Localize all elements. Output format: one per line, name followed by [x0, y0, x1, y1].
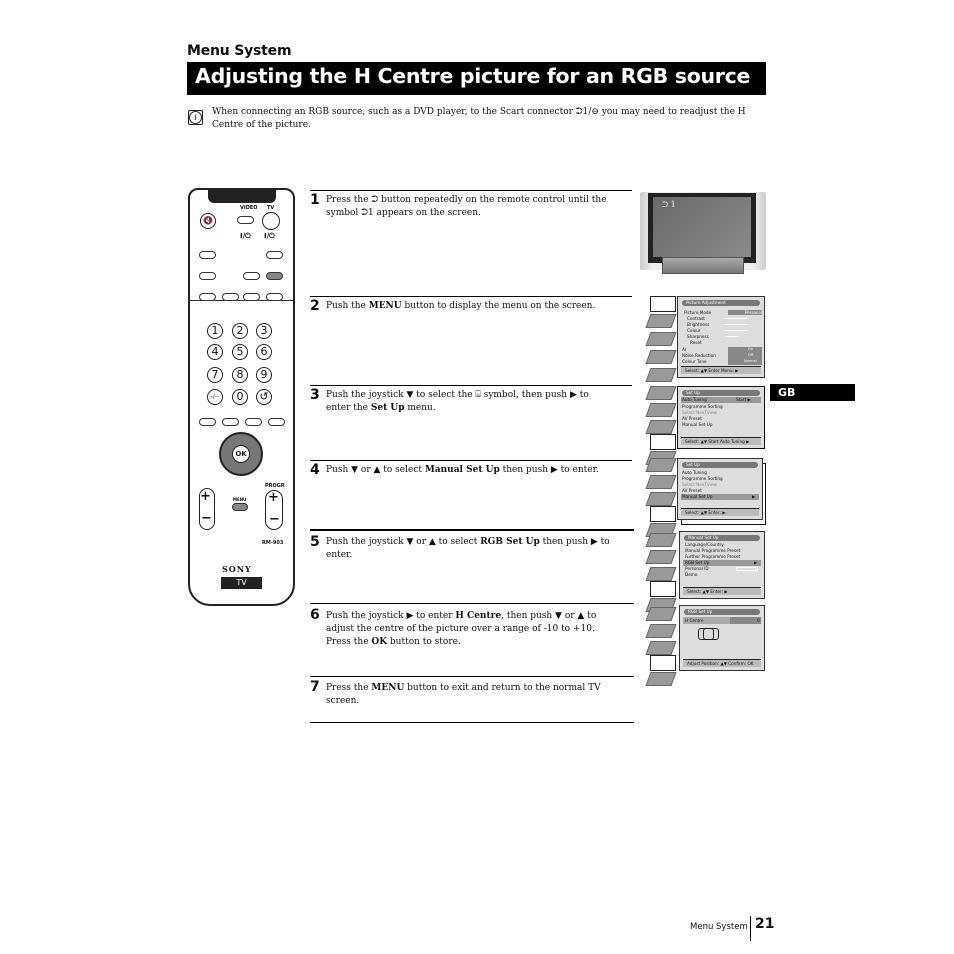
info-button[interactable] — [199, 272, 216, 280]
pip-button[interactable] — [222, 293, 239, 301]
tv-label: TV — [267, 205, 275, 211]
step-1-text: Press the ⮊ button repeatedly on the rem… — [326, 195, 607, 218]
step-7-rule — [310, 676, 634, 677]
osd-rgb-setup: RGB Set Up H Centre 0 Adjust Position: ▲… — [679, 605, 765, 671]
h-centre-value: 0 — [757, 618, 760, 623]
digit-4[interactable]: 4 — [207, 344, 223, 360]
digit-8[interactable]: 8 — [232, 367, 248, 383]
step-5-rule — [310, 529, 634, 531]
footer-divider — [750, 916, 751, 941]
page-number: 21 — [755, 916, 775, 932]
picture-button[interactable] — [222, 418, 239, 426]
digit-2[interactable]: 2 — [232, 323, 248, 339]
colour-slider — [725, 330, 747, 331]
digit-7[interactable]: 7 — [207, 367, 223, 383]
osd-manual-setup: Manual Set Up Language/Country Manual Pr… — [679, 531, 765, 599]
sharpness-slider — [725, 336, 739, 337]
osd-header: Picture Adjustment — [682, 300, 760, 306]
sleep-button[interactable] — [199, 293, 216, 301]
picture-menu-icon — [650, 296, 676, 312]
osd-setup-2: Set Up Auto Tuning Programme Sorting Sel… — [677, 458, 763, 520]
menu-button[interactable] — [232, 503, 248, 511]
input-1-icon: ⮊1 — [361, 208, 374, 218]
teletext-mode-button[interactable] — [245, 418, 262, 426]
step-6-number: 6 — [310, 607, 320, 623]
step-6-rule — [310, 603, 634, 604]
tv-stand — [662, 257, 744, 274]
clock-button[interactable] — [266, 251, 283, 259]
step-3-rule — [310, 385, 632, 386]
step-3-text: Push the joystick ▼ to select the ⌸ symb… — [326, 390, 589, 413]
progr-label: PROGR — [265, 483, 285, 489]
section-label: Menu System — [187, 43, 292, 59]
sound-menu-icon — [645, 314, 677, 328]
setup-menu-icon-selected — [650, 434, 676, 450]
step-5-number: 5 — [310, 534, 320, 550]
digit-5[interactable]: 5 — [232, 344, 248, 360]
h-centre-label: H Centre — [685, 618, 704, 623]
screen-mode-button[interactable] — [243, 272, 260, 280]
favourite-button[interactable] — [268, 418, 285, 426]
step-3-number: 3 — [310, 387, 320, 403]
digit-9[interactable]: 9 — [256, 367, 272, 383]
contrast-slider — [725, 318, 747, 319]
volume-up-icon: + — [200, 489, 211, 504]
sound-button[interactable] — [199, 418, 216, 426]
tv-power-button[interactable] — [262, 212, 280, 230]
step-7-number: 7 — [310, 679, 320, 695]
digit-1[interactable]: 1 — [207, 323, 223, 339]
step-7-text: Press the MENU button to exit and return… — [326, 683, 601, 706]
remote-ir-window — [208, 189, 276, 203]
volume-down-icon: − — [201, 511, 212, 526]
info-icon: i — [188, 110, 203, 125]
step-4-rule — [310, 460, 632, 461]
jump-button[interactable]: ↺ — [256, 389, 272, 405]
digit-6[interactable]: 6 — [256, 344, 272, 360]
menu-label: MENU — [233, 497, 247, 502]
digit-3[interactable]: 3 — [256, 323, 272, 339]
mute-button[interactable]: 🔇 — [200, 213, 216, 229]
teletext-menu-icon — [645, 368, 677, 382]
tv-power-label: I/⏻ — [264, 232, 275, 240]
digit-0[interactable]: 0 — [232, 389, 248, 405]
step-4-number: 4 — [310, 462, 320, 478]
step-5-text: Push the joystick ▼ or ▲ to select RGB S… — [326, 537, 610, 560]
video-power-button[interactable] — [237, 216, 254, 224]
tv-badge: TV — [221, 577, 262, 589]
brightness-slider — [725, 324, 747, 325]
step-2-number: 2 — [310, 298, 320, 314]
language-tab: GB — [770, 384, 855, 401]
video-power-label: I/⏻ — [240, 232, 251, 240]
teletext-button[interactable] — [199, 251, 216, 259]
input-select-button[interactable] — [266, 272, 283, 280]
program-down-icon: − — [269, 512, 280, 527]
double-digit-button[interactable]: -/-- — [207, 389, 223, 405]
program-up-button[interactable] — [266, 293, 283, 301]
program-up-icon: + — [268, 490, 279, 505]
tv-osd-input-label: ⮊ 1 — [662, 200, 676, 209]
step-1-number: 1 — [310, 192, 320, 208]
page-title: Adjusting the H Centre picture for an RG… — [195, 64, 751, 88]
step-4-text: Push ▼ or ▲ to select Manual Set Up then… — [326, 465, 599, 475]
features-menu-icon — [645, 332, 677, 346]
step-2-text: Push the MENU button to display the menu… — [326, 301, 596, 311]
video-label: VIDEO — [240, 205, 258, 211]
step-6-text: Push the joystick ▶ to enter H Centre, t… — [326, 611, 597, 647]
ok-button[interactable]: OK — [232, 445, 250, 463]
model-label: RM-903 — [262, 540, 284, 546]
step-2-rule — [310, 296, 632, 297]
brand-logo: SONY — [222, 564, 252, 574]
intro-text: When connecting an RGB source, such as a… — [212, 107, 746, 130]
footer-section-label: Menu System — [690, 922, 748, 932]
end-rule — [310, 722, 634, 723]
step-1-rule — [310, 190, 632, 191]
setup-menu-icon — [645, 350, 677, 364]
swap-button[interactable] — [243, 293, 260, 301]
osd-setup-1: Set Up Auto Tuning Start ▶ Programme Sor… — [677, 386, 765, 449]
osd-picture-adjustment: Picture Adjustment Picture Mode Personal… — [677, 296, 765, 378]
